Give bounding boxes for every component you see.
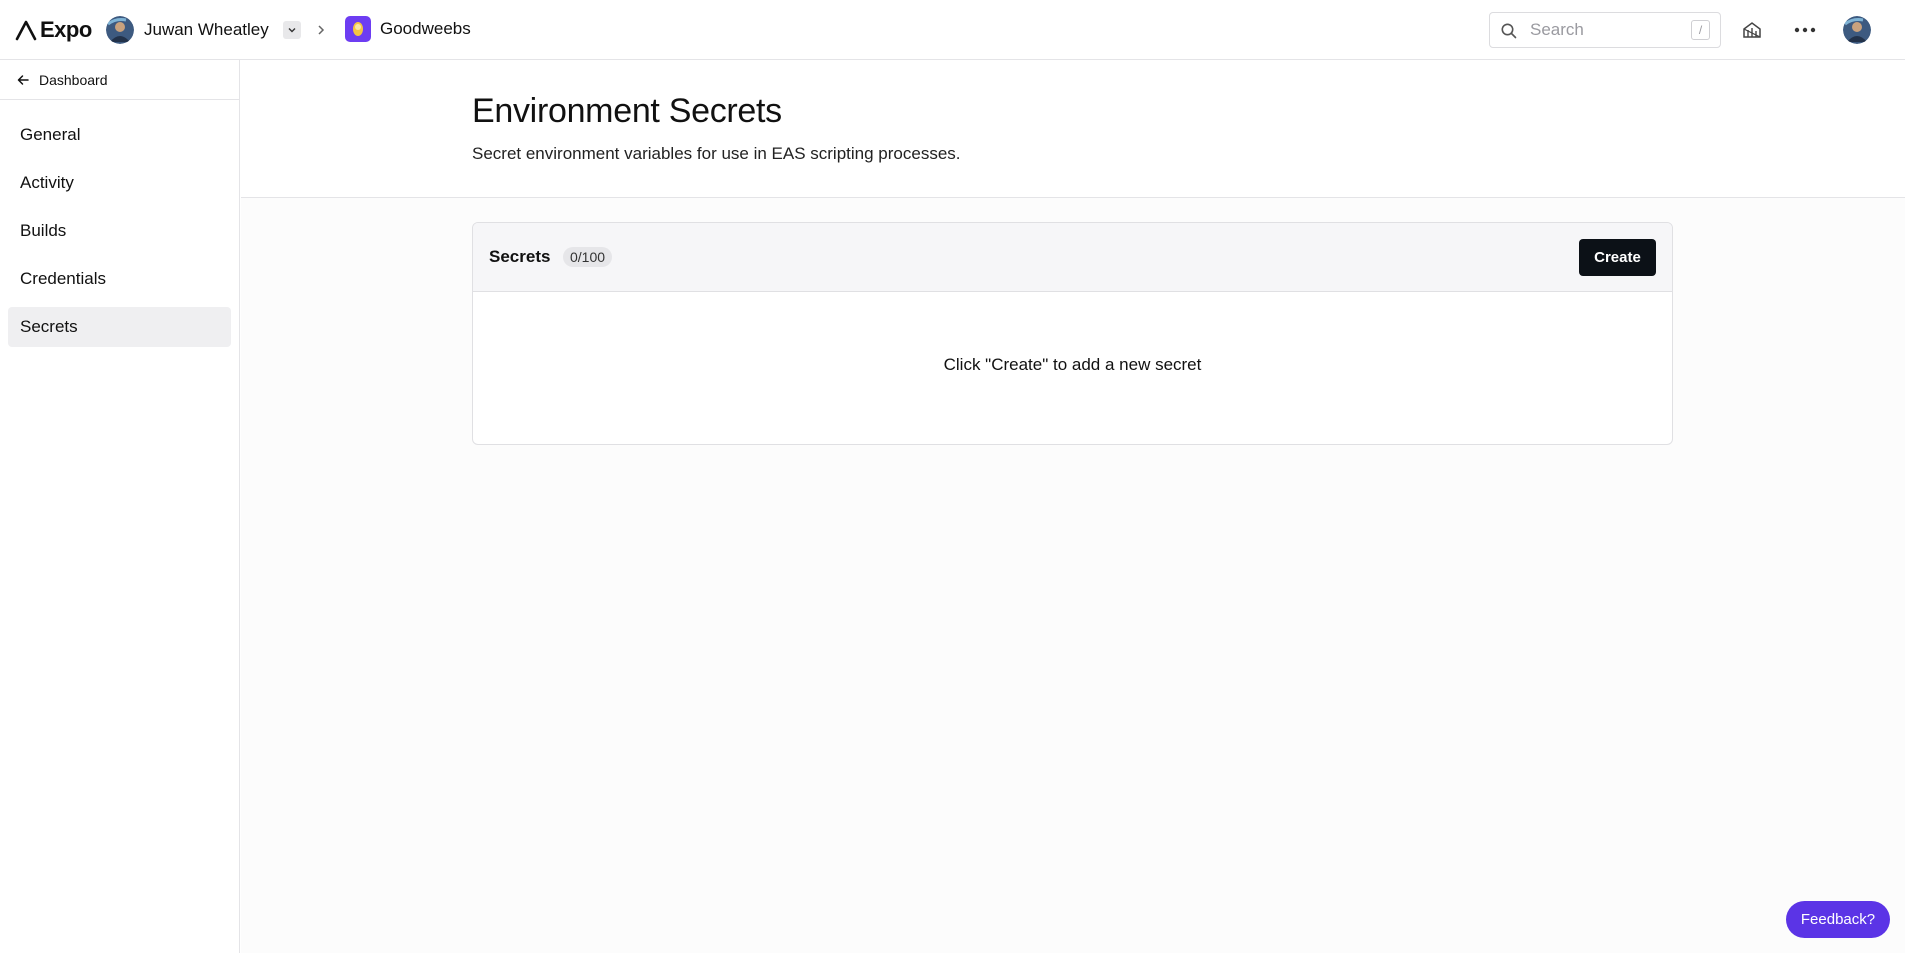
sidebar-item-builds[interactable]: Builds [8, 211, 231, 251]
top-bar: Expo Juwan Wheatley Goodweebs Search / [0, 0, 1905, 60]
main-content: Environment Secrets Secret environment v… [241, 60, 1905, 953]
sidebar-nav: General Activity Builds Credentials Secr… [0, 100, 239, 347]
logo-text: Expo [40, 17, 92, 42]
page-subtitle: Secret environment variables for use in … [472, 144, 961, 163]
avatar [106, 16, 134, 44]
search-input[interactable] [1530, 19, 1680, 41]
dev-tools-icon[interactable] [1739, 17, 1765, 43]
project-breadcrumb[interactable]: Goodweebs [345, 16, 471, 42]
secrets-card-title: Secrets [489, 247, 551, 266]
search-box[interactable]: / [1489, 12, 1721, 48]
search-shortcut: / [1691, 20, 1710, 40]
page-header: Environment Secrets Secret environment v… [241, 60, 1905, 198]
project-name: Goodweebs [380, 19, 471, 38]
page-title: Environment Secrets [472, 92, 782, 130]
expo-logo-icon [15, 20, 37, 41]
sidebar-item-general[interactable]: General [8, 115, 231, 155]
secrets-card: Secrets 0/100 Create Click "Create" to a… [472, 222, 1673, 445]
account-name: Juwan Wheatley [144, 20, 269, 39]
arrow-left-icon [17, 74, 29, 85]
expo-logo[interactable]: Expo [15, 17, 92, 43]
chevron-down-icon [288, 28, 296, 33]
create-secret-button[interactable]: Create [1579, 239, 1656, 276]
account-switcher[interactable]: Juwan Wheatley [106, 16, 301, 44]
sidebar-item-activity[interactable]: Activity [8, 163, 231, 203]
search-icon [1501, 23, 1517, 39]
dashboard-back-label: Dashboard [39, 71, 108, 88]
more-icon[interactable] [1792, 17, 1818, 43]
sidebar-item-secrets[interactable]: Secrets [8, 307, 231, 347]
feedback-button[interactable]: Feedback? [1786, 901, 1890, 938]
secrets-card-header: Secrets 0/100 Create [473, 223, 1672, 292]
sidebar-item-credentials[interactable]: Credentials [8, 259, 231, 299]
dashboard-back-link[interactable]: Dashboard [0, 60, 239, 100]
project-icon [345, 16, 371, 42]
sidebar: Dashboard General Activity Builds Creden… [0, 60, 240, 953]
account-dropdown-button[interactable] [282, 21, 301, 39]
empty-state-message: Click "Create" to add a new secret [943, 355, 1202, 374]
user-avatar[interactable] [1843, 16, 1871, 44]
chevron-right-icon [318, 25, 325, 35]
secrets-count-badge: 0/100 [563, 247, 613, 267]
